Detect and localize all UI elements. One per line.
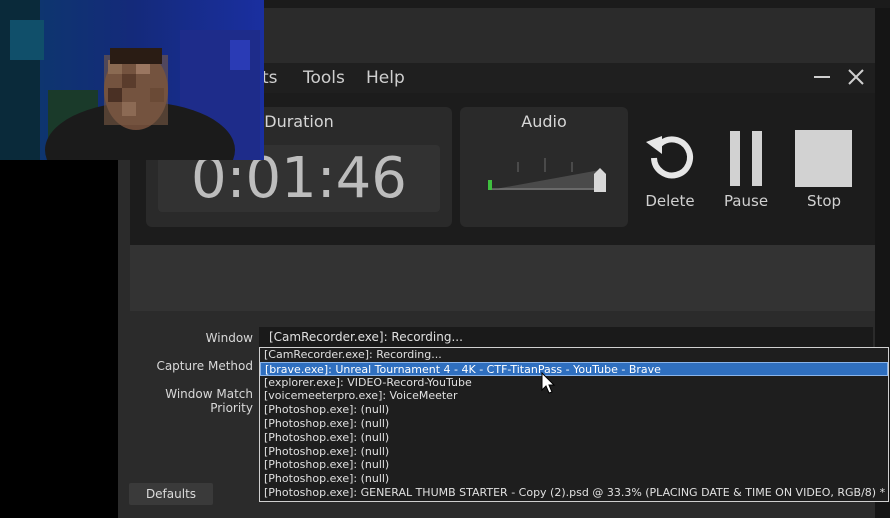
menu-item-tools[interactable]: Tools [303, 68, 345, 88]
defaults-button[interactable]: Defaults [129, 483, 213, 505]
window-label: Window [205, 331, 253, 345]
window-select[interactable]: [CamRecorder.exe]: Recording... [259, 327, 873, 347]
stop-label[interactable]: Stop [792, 192, 856, 210]
webcam-overlay [0, 0, 264, 160]
dropdown-item[interactable]: [voicemeeterpro.exe]: VoiceMeeter [260, 389, 888, 403]
close-icon[interactable] [845, 66, 867, 88]
minimize-icon[interactable] [811, 66, 833, 88]
audio-title: Audio [521, 112, 567, 131]
menu-item-effects[interactable]: ts [262, 68, 278, 88]
window-dropdown-list: [CamRecorder.exe]: Recording... [brave.e… [259, 347, 889, 502]
top-strip [264, 0, 890, 8]
pause-label[interactable]: Pause [716, 192, 776, 210]
delete-label[interactable]: Delete [638, 192, 702, 210]
left-background [0, 160, 118, 518]
dropdown-item[interactable]: [Photoshop.exe]: GENERAL THUMB STARTER -… [260, 486, 888, 500]
stop-icon[interactable] [795, 130, 852, 187]
audio-volume-slider[interactable] [484, 152, 610, 196]
dropdown-item[interactable]: [Photoshop.exe]: (null) [260, 458, 888, 472]
window-match-priority-label: Window Match Priority [165, 387, 253, 415]
dropdown-item[interactable]: [Photoshop.exe]: (null) [260, 445, 888, 459]
capture-method-label: Capture Method [156, 359, 253, 373]
dropdown-item[interactable]: [explorer.exe]: VIDEO-Record-YouTube [260, 376, 888, 390]
delete-icon[interactable] [640, 128, 702, 190]
dropdown-item[interactable]: [Photoshop.exe]: (null) [260, 403, 888, 417]
dropdown-item[interactable]: [CamRecorder.exe]: Recording... [260, 348, 888, 362]
dropdown-item[interactable]: [Photoshop.exe]: (null) [260, 472, 888, 486]
dropdown-item[interactable]: [Photoshop.exe]: (null) [260, 417, 888, 431]
pause-icon[interactable] [728, 131, 764, 186]
menu-item-help[interactable]: Help [366, 68, 405, 88]
dropdown-item-selected[interactable]: [brave.exe]: Unreal Tournament 4 - 4K - … [260, 361, 888, 376]
mouse-cursor-icon [541, 371, 557, 396]
dropdown-item[interactable]: [Photoshop.exe]: (null) [260, 431, 888, 445]
preview-gray-area [130, 245, 875, 311]
